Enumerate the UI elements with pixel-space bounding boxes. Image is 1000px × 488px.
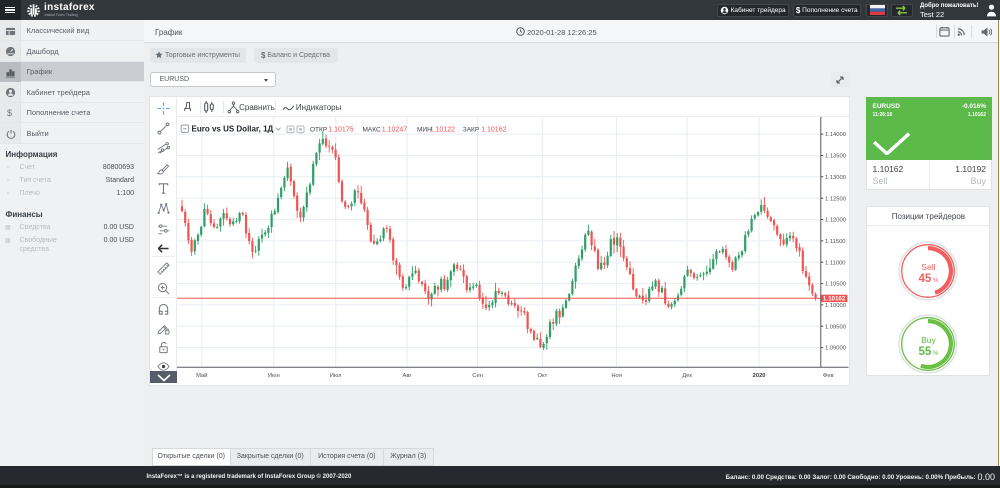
svg-text:1.10162: 1.10162 <box>823 295 846 302</box>
svg-text:1.09000: 1.09000 <box>825 346 846 352</box>
svg-text:1.13000: 1.13000 <box>825 175 846 181</box>
svg-text:2020: 2020 <box>752 373 765 379</box>
svg-text:Дек: Дек <box>682 373 692 379</box>
svg-text:Авг: Авг <box>402 373 411 379</box>
svg-text:Ноя: Ноя <box>611 373 622 379</box>
svg-text:1.11000: 1.11000 <box>825 260 846 266</box>
svg-text:Окт: Окт <box>537 373 547 379</box>
svg-text:Июн: Июн <box>268 373 280 379</box>
svg-text:1.14000: 1.14000 <box>825 132 846 138</box>
svg-text:Euro vs US Dollar, 1Д: Euro vs US Dollar, 1Д <box>191 125 273 134</box>
svg-text:Май: Май <box>196 372 207 379</box>
svg-text:1.10162: 1.10162 <box>481 127 506 134</box>
svg-text:1.10500: 1.10500 <box>825 282 846 288</box>
svg-text:1.12000: 1.12000 <box>825 218 846 224</box>
svg-text:Июл: Июл <box>330 373 342 379</box>
svg-text:1.11500: 1.11500 <box>825 239 846 245</box>
svg-text:Сен: Сен <box>472 373 483 379</box>
svg-text:1.10247: 1.10247 <box>382 127 407 134</box>
svg-text:ОТКР: ОТКР <box>310 127 327 134</box>
svg-text:МАКС: МАКС <box>362 127 380 134</box>
svg-text:1.12500: 1.12500 <box>825 196 846 202</box>
svg-text:1.09500: 1.09500 <box>825 324 846 330</box>
svg-text:Фев: Фев <box>823 373 834 379</box>
svg-text:1.10175: 1.10175 <box>328 127 353 134</box>
svg-text:1.10000: 1.10000 <box>825 303 846 309</box>
svg-text:ЗАКР: ЗАКР <box>463 127 479 134</box>
svg-text:1.13500: 1.13500 <box>825 154 846 160</box>
svg-text:1.10122: 1.10122 <box>429 127 454 134</box>
